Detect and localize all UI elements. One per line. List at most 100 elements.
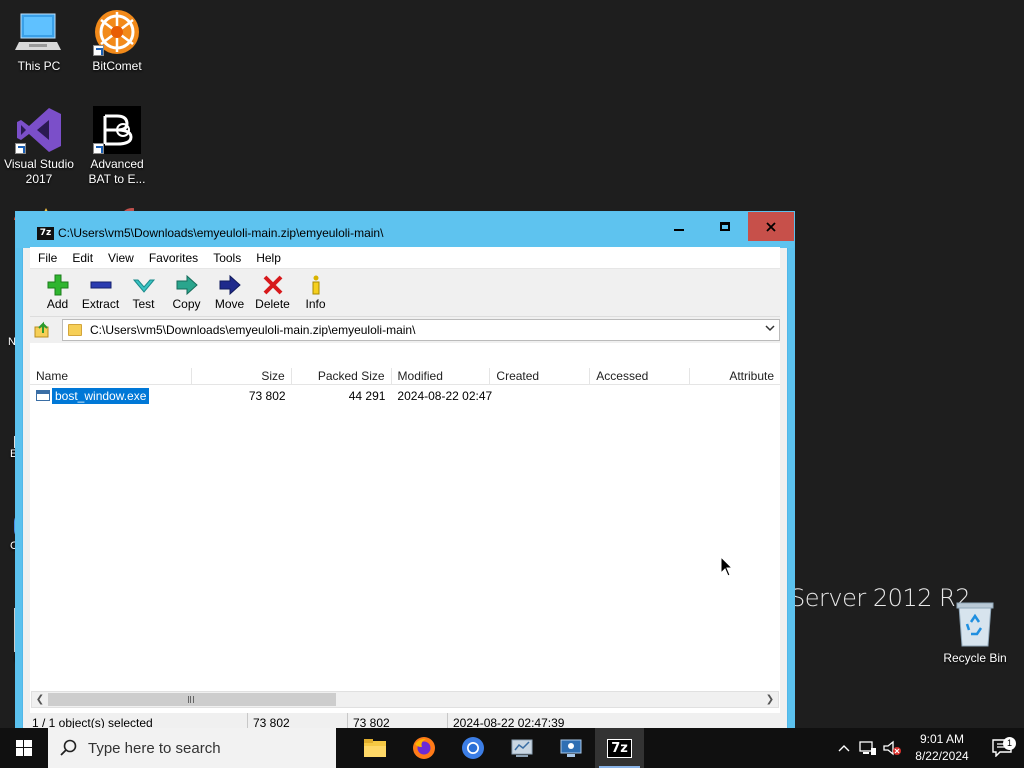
taskbar-app-chrome[interactable] [448, 728, 497, 768]
chrome-icon [461, 737, 484, 759]
7zip-icon: 7z [607, 738, 632, 758]
desktop-icon-partial-ev[interactable]: Ev [0, 436, 24, 460]
menu-help[interactable]: Help [248, 251, 288, 265]
column-header-row: Name Size Packed Size Modified Created A… [30, 368, 780, 385]
scroll-right-icon[interactable]: ❯ [762, 694, 778, 705]
path-text: C:\Users\vm5\Downloads\emyeuloli-main.zi… [90, 323, 416, 337]
delete-icon [263, 275, 282, 295]
move-button[interactable]: Move [208, 273, 251, 311]
up-folder-button[interactable] [32, 319, 54, 341]
column-header-size[interactable]: Size [192, 368, 292, 385]
menu-view[interactable]: View [100, 251, 141, 265]
test-button[interactable]: Test [122, 273, 165, 311]
chevron-up-icon[interactable] [832, 744, 856, 752]
add-button[interactable]: Add [36, 273, 79, 311]
row-modified: 2024-08-22 02:47 [397, 388, 493, 403]
taskbar-search-box[interactable]: Type here to search [48, 728, 336, 768]
chevron-down-icon[interactable] [765, 324, 775, 335]
desktop-icon-bitcomet[interactable]: BitComet [80, 8, 154, 74]
column-header-accessed[interactable]: Accessed [590, 368, 691, 385]
search-placeholder: Type here to search [88, 739, 221, 757]
copy-button[interactable]: Copy [165, 273, 208, 311]
recycle-bin-icon [951, 600, 999, 648]
table-row[interactable]: bost_window.exe 73 802 44 291 2024-08-22… [30, 386, 780, 405]
shortcut-arrow-icon [15, 143, 26, 154]
menu-file[interactable]: File [30, 251, 64, 265]
scrollbar-thumb[interactable] [48, 693, 336, 706]
move-icon [219, 274, 241, 296]
desktop-icon-advanced-bat[interactable]: Advanced BAT to E... [80, 106, 154, 187]
desktop-icon-partial-in[interactable]: In [0, 608, 24, 664]
taskbar-app-file-explorer[interactable] [350, 728, 399, 768]
maximize-icon [720, 222, 730, 231]
search-icon [60, 739, 77, 756]
move-label: Move [214, 297, 245, 311]
desktop-icon-recycle-bin[interactable]: Recycle Bin [938, 600, 1012, 666]
close-button[interactable] [748, 212, 794, 241]
minimize-icon [674, 228, 684, 231]
mouse-cursor-icon [720, 556, 734, 577]
7zip-window: 7z C:\Users\vm5\Downloads\emyeuloli-main… [16, 212, 794, 731]
desktop-icon-visual-studio[interactable]: Visual Studio 2017 [2, 106, 76, 187]
minimize-button[interactable] [656, 212, 702, 241]
info-label: Info [305, 297, 326, 311]
desktop-icon-label-line2: BAT to E... [88, 172, 146, 186]
menu-edit[interactable]: Edit [64, 251, 100, 265]
column-header-name[interactable]: Name [30, 368, 192, 385]
system-tray: 9:01 AM 8/22/2024 1 [832, 728, 1024, 768]
path-combobox[interactable]: C:\Users\vm5\Downloads\emyeuloli-main.zi… [62, 319, 780, 341]
scrollbar-grip-icon [188, 696, 194, 703]
row-size: 73 802 [248, 388, 286, 403]
column-header-created[interactable]: Created [490, 368, 591, 385]
row-packed-size: 44 291 [348, 388, 386, 403]
desktop-icon-partial-no[interactable]: No [0, 306, 24, 348]
menu-favorites[interactable]: Favorites [141, 251, 205, 265]
menu-tools[interactable]: Tools [205, 251, 248, 265]
scrollbar-track[interactable] [48, 692, 762, 707]
column-header-modified[interactable]: Modified [392, 368, 491, 385]
extract-button[interactable]: Extract [79, 273, 122, 311]
toolbar: Add Extract Test Copy Move Delete Info [30, 269, 780, 317]
maximize-button[interactable] [702, 212, 748, 241]
remote-desktop-icon [560, 739, 581, 757]
taskbar-app-firefox[interactable] [399, 728, 448, 768]
clock-date: 8/22/2024 [915, 749, 969, 763]
info-button[interactable]: Info [294, 273, 337, 311]
taskbar-app-remote-desktop[interactable] [546, 728, 595, 768]
delete-button[interactable]: Delete [251, 273, 294, 311]
desktop-icon-this-pc[interactable]: This PC [2, 8, 76, 74]
window-titlebar[interactable]: 7z C:\Users\vm5\Downloads\emyeuloli-main… [23, 212, 794, 247]
taskbar-clock[interactable]: 9:01 AM 8/22/2024 [904, 731, 980, 765]
column-header-packed-size[interactable]: Packed Size [292, 368, 392, 385]
network-icon[interactable] [856, 740, 880, 756]
copy-label: Copy [172, 297, 201, 311]
file-list[interactable]: Name Size Packed Size Modified Created A… [30, 368, 780, 688]
firefox-icon [412, 737, 435, 759]
volume-muted-icon[interactable] [880, 740, 904, 756]
notification-count-badge: 1 [1003, 737, 1016, 750]
address-bar: C:\Users\vm5\Downloads\emyeuloli-main.zi… [30, 317, 780, 343]
clock-time: 9:01 AM [919, 732, 965, 746]
taskbar-app-7zip[interactable]: 7z [595, 728, 644, 768]
start-button[interactable] [0, 728, 48, 768]
horizontal-scrollbar[interactable]: ❮ ❯ [31, 691, 779, 708]
taskbar-app-server-manager[interactable] [497, 728, 546, 768]
test-label: Test [132, 297, 155, 311]
test-icon [132, 279, 155, 293]
folder-icon [68, 324, 82, 336]
extract-icon [90, 281, 111, 289]
close-icon [766, 221, 776, 232]
exe-file-icon [36, 390, 50, 401]
menu-bar: File Edit View Favorites Tools Help [30, 247, 780, 269]
up-folder-icon [34, 321, 49, 338]
window-client-area: File Edit View Favorites Tools Help Add … [30, 247, 780, 731]
visual-studio-icon [15, 106, 63, 154]
7zip-app-icon: 7z [37, 226, 54, 240]
folder-icon [363, 739, 386, 757]
column-header-attributes[interactable]: Attribute [690, 368, 780, 385]
scroll-left-icon[interactable]: ❮ [32, 694, 48, 705]
desktop-icon-partial-ch[interactable]: Ch [0, 512, 24, 552]
desktop-icon-label: Recycle Bin [943, 651, 1007, 665]
shortcut-arrow-icon [93, 143, 104, 154]
action-center-button[interactable]: 1 [980, 737, 1024, 757]
